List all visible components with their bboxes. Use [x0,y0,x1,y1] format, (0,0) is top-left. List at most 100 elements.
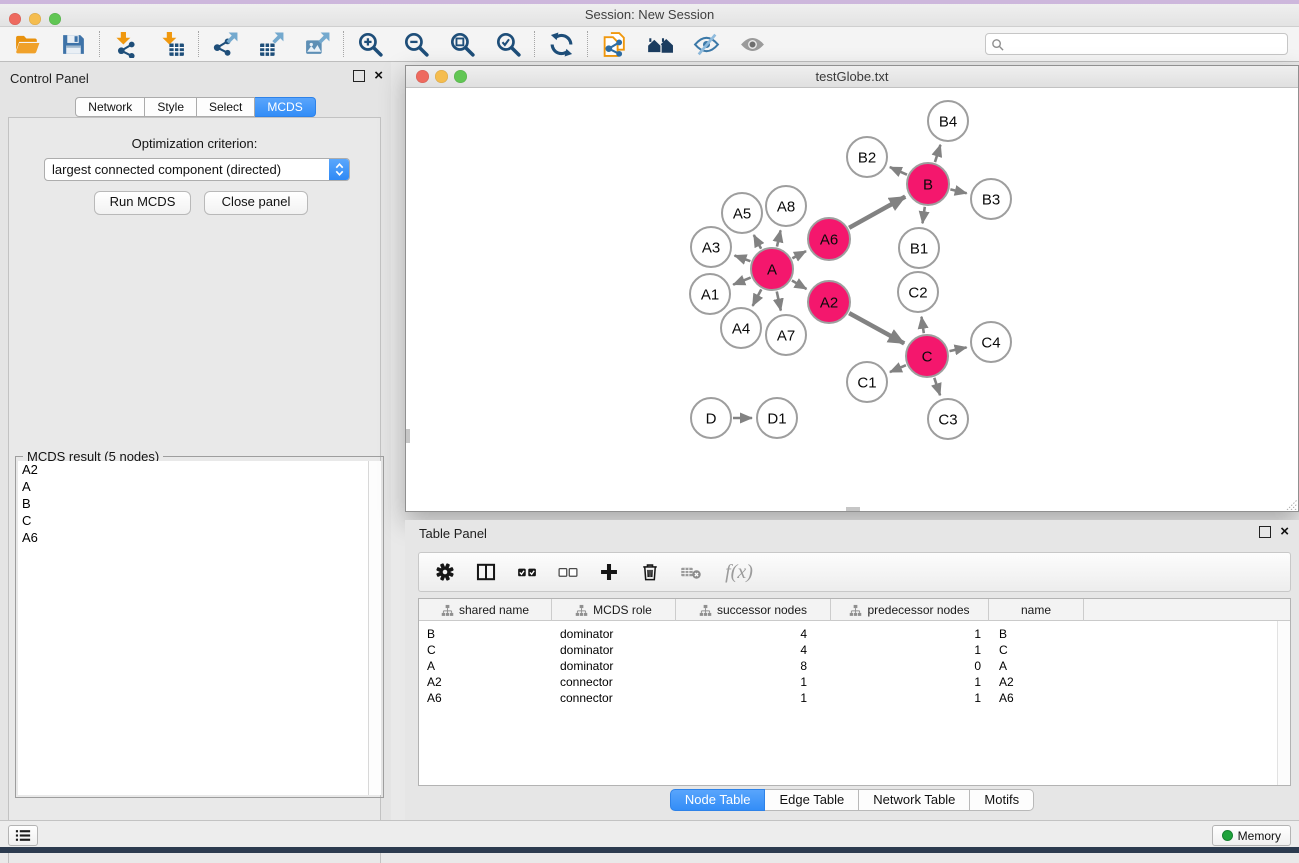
resize-grip-icon[interactable] [1284,497,1297,510]
delete-column-button[interactable] [638,560,662,584]
split-panel-button[interactable] [474,560,498,584]
cell-predecessor-nodes[interactable]: 1 [831,690,989,706]
graph-node-C3[interactable]: C3 [928,399,968,439]
column-header-shared-name[interactable]: shared name [419,599,552,621]
memory-button[interactable]: Memory [1212,825,1291,846]
graph-node-A2[interactable]: A2 [808,281,850,323]
cell-predecessor-nodes[interactable]: 0 [831,658,989,674]
result-item[interactable]: B [18,495,369,512]
cell-successor-nodes[interactable]: 4 [676,642,831,658]
tab-node-table[interactable]: Node Table [670,789,766,811]
export-table-button[interactable] [248,29,294,60]
show-panels-button[interactable] [8,825,38,846]
zoom-selected-button[interactable] [485,29,531,60]
graph-node-C2[interactable]: C2 [898,272,938,312]
float-panel-icon[interactable] [353,70,365,82]
maximize-window-icon[interactable] [49,13,61,25]
graph-node-B[interactable]: B [907,163,949,205]
cell-predecessor-nodes[interactable]: 1 [831,642,989,658]
edge-A-A8[interactable] [777,230,781,246]
close-table-panel-icon[interactable]: × [1280,527,1289,537]
save-session-button[interactable] [50,29,96,60]
cell-successor-nodes[interactable]: 8 [676,658,831,674]
edge-B-B2[interactable] [890,167,907,175]
tab-edge-table[interactable]: Edge Table [765,789,859,811]
cell-MCDS-role[interactable]: connector [552,674,676,690]
edge-A-A3[interactable] [735,255,751,261]
import-table-button[interactable] [149,29,195,60]
cell-MCDS-role[interactable]: dominator [552,626,676,642]
zoom-fit-button[interactable] [439,29,485,60]
column-header-successor-nodes[interactable]: successor nodes [676,599,831,621]
edge-A-A2[interactable] [792,281,807,289]
edge-B-B3[interactable] [950,189,966,193]
close-window-icon[interactable] [9,13,21,25]
graph-node-D1[interactable]: D1 [757,398,797,438]
minimize-network-window-icon[interactable] [435,70,448,83]
cell-name[interactable]: A2 [989,674,1084,690]
column-header-name[interactable]: name [989,599,1084,621]
graph-node-A1[interactable]: A1 [690,274,730,314]
import-network-button[interactable] [103,29,149,60]
cell-MCDS-role[interactable]: connector [552,690,676,706]
cell-successor-nodes[interactable]: 1 [676,674,831,690]
graph-node-A3[interactable]: A3 [691,227,731,267]
graph-node-C1[interactable]: C1 [847,362,887,402]
result-item[interactable]: C [18,512,369,529]
edge-B-B4[interactable] [935,145,940,162]
edge-A-A7[interactable] [777,291,781,310]
search-field[interactable] [985,33,1288,55]
edge-A2-C[interactable] [849,313,904,343]
cell-shared-name[interactable]: C [419,642,552,658]
tab-style[interactable]: Style [145,97,197,117]
result-item[interactable]: A2 [18,461,369,478]
table-row-A[interactable]: Adominator80A [419,658,1290,674]
table-row-A6[interactable]: A6connector11A6 [419,690,1290,706]
result-item[interactable]: A [18,478,369,495]
graph-node-D[interactable]: D [691,398,731,438]
tab-select[interactable]: Select [197,97,255,117]
float-table-panel-icon[interactable] [1259,526,1271,538]
close-network-window-icon[interactable] [416,70,429,83]
graph-node-A5[interactable]: A5 [722,193,762,233]
edge-A6-B[interactable] [849,197,905,228]
minimize-window-icon[interactable] [29,13,41,25]
select-all-checkboxes-button[interactable] [515,560,539,584]
home-view-button[interactable] [637,29,683,60]
mcds-result-list[interactable]: A2ABCA6 [18,461,369,795]
result-item[interactable]: A6 [18,529,369,546]
tab-mcds[interactable]: MCDS [255,97,315,117]
close-panel-icon[interactable]: × [374,71,383,81]
graph-node-B3[interactable]: B3 [971,179,1011,219]
cell-shared-name[interactable]: A [419,658,552,674]
refresh-view-button[interactable] [538,29,584,60]
hide-selected-button[interactable] [683,29,729,60]
table-row-B[interactable]: Bdominator41B [419,626,1290,642]
column-header-predecessor-nodes[interactable]: predecessor nodes [831,599,989,621]
horizontal-scroll-mark[interactable] [846,507,860,511]
cell-shared-name[interactable]: A6 [419,690,552,706]
export-network-button[interactable] [202,29,248,60]
graph-node-B2[interactable]: B2 [847,137,887,177]
export-image-button[interactable] [294,29,340,60]
cell-name[interactable]: A [989,658,1084,674]
cell-shared-name[interactable]: A2 [419,674,552,690]
tab-network-table[interactable]: Network Table [859,789,970,811]
edge-B-B1[interactable] [922,207,924,223]
cell-MCDS-role[interactable]: dominator [552,658,676,674]
deselect-all-checkboxes-button[interactable] [556,560,580,584]
edge-C-C1[interactable] [890,365,906,372]
table-row-C[interactable]: Cdominator41C [419,642,1290,658]
zoom-out-button[interactable] [393,29,439,60]
edge-C-C3[interactable] [934,378,940,395]
edge-C-C2[interactable] [921,317,923,333]
network-graph[interactable]: B4B2BB3A8A5A6A3B1AC2A1A2A4A7C4CC1DD1C3 [406,88,1298,511]
new-network-from-selection-button[interactable] [591,29,637,60]
graph-node-C[interactable]: C [906,335,948,377]
edge-A-A5[interactable] [754,235,761,249]
graph-node-A4[interactable]: A4 [721,308,761,348]
graph-node-A7[interactable]: A7 [766,315,806,355]
graph-node-A6[interactable]: A6 [808,218,850,260]
zoom-in-button[interactable] [347,29,393,60]
vertical-scroll-mark[interactable] [406,429,410,443]
